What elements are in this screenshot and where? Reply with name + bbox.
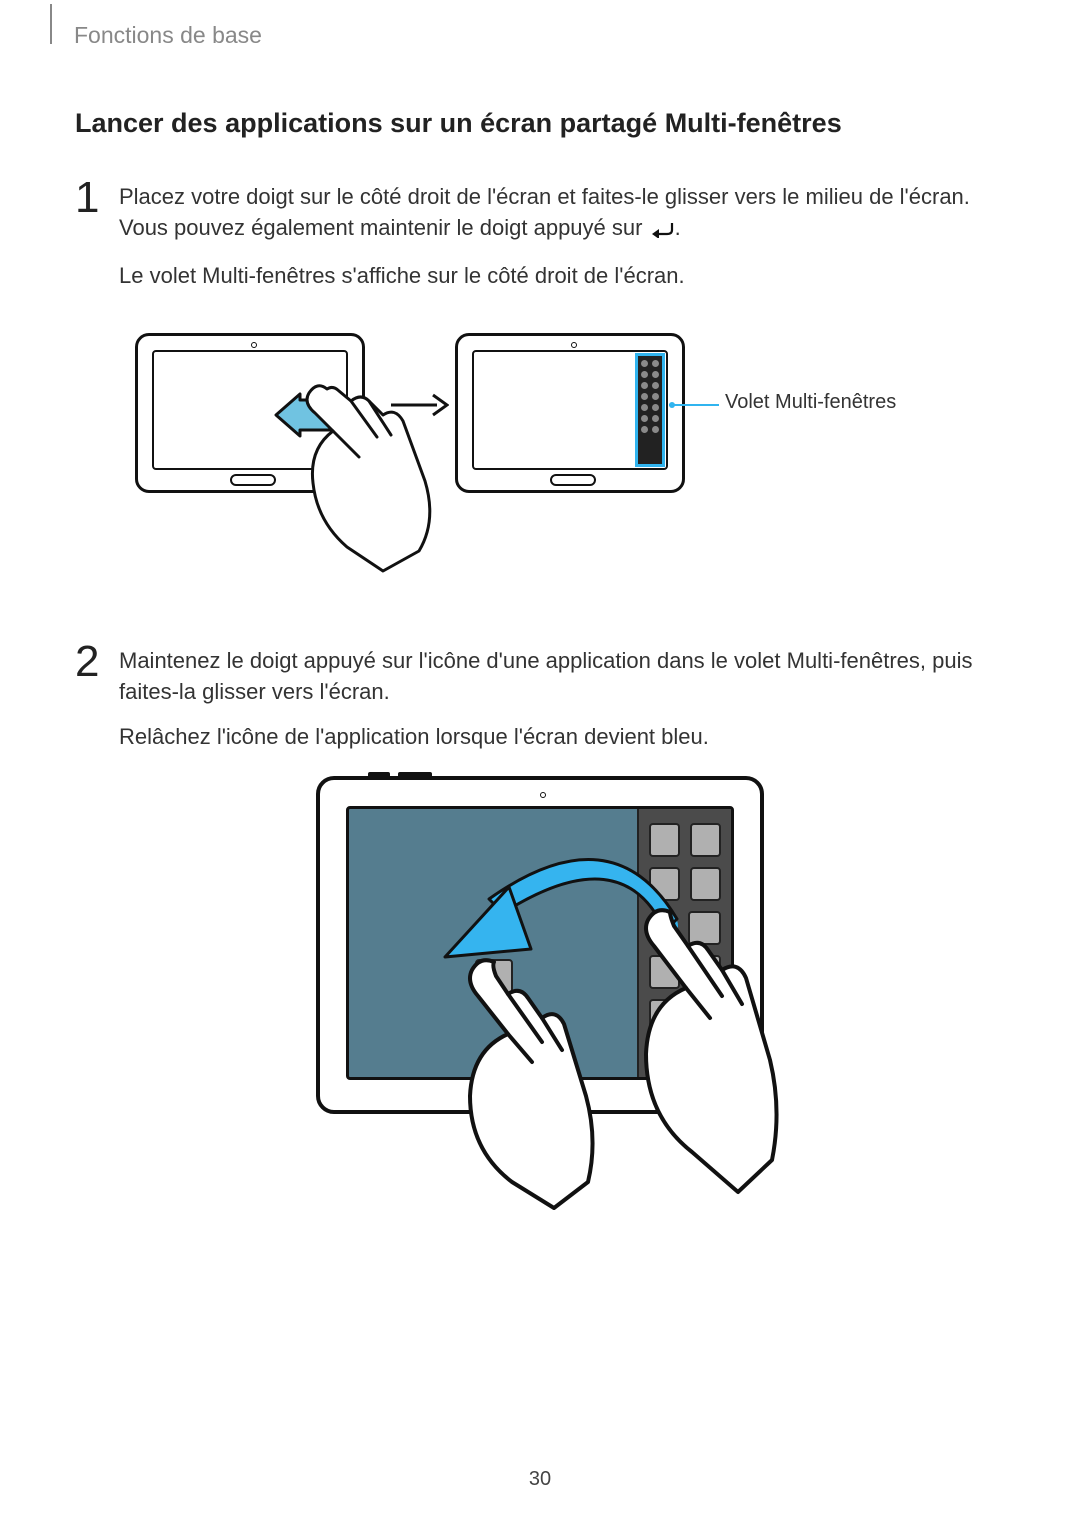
- hand-right-icon: [610, 904, 780, 1204]
- step-text: Relâchez l'icône de l'application lorsqu…: [119, 721, 1005, 752]
- app-tile-icon: [690, 867, 721, 901]
- step-text: Maintenez le doigt appuyé sur l'icône d'…: [119, 645, 1005, 707]
- step-text: Placez votre doigt sur le côté droit de …: [119, 181, 1005, 246]
- running-header: Fonctions de base: [50, 22, 262, 49]
- header-rule: [50, 4, 52, 44]
- step-body: Placez votre doigt sur le côté droit de …: [119, 181, 1005, 305]
- camera-dot: [571, 342, 577, 348]
- step-number: 2: [75, 645, 119, 679]
- content: Lancer des applications sur un écran par…: [75, 0, 1005, 1236]
- tablet-after: [455, 333, 685, 493]
- page-number: 30: [0, 1468, 1080, 1491]
- step-text: Le volet Multi-fenêtres s'affiche sur le…: [119, 260, 1005, 291]
- app-tile-icon: [690, 823, 721, 857]
- text-fragment: Placez votre doigt sur le côté droit de …: [119, 184, 970, 240]
- return-icon: [649, 215, 675, 246]
- step-2: 2 Maintenez le doigt appuyé sur l'icône …: [75, 645, 1005, 766]
- top-button-icon: [398, 772, 432, 780]
- top-button-icon: [368, 772, 390, 780]
- camera-dot: [540, 792, 546, 798]
- transition-arrow-icon: [389, 391, 449, 419]
- page: Fonctions de base Lancer des application…: [0, 0, 1080, 1527]
- section-title: Lancer des applications sur un écran par…: [75, 108, 1005, 139]
- panel-icons: [639, 360, 661, 433]
- text-fragment: .: [675, 215, 681, 240]
- step-body: Maintenez le doigt appuyé sur l'icône d'…: [119, 645, 1005, 766]
- figure-swipe: Volet Multi-fenêtres: [75, 325, 1005, 585]
- callout-leader: [669, 401, 719, 409]
- header-text: Fonctions de base: [74, 22, 262, 49]
- home-button-icon: [550, 474, 596, 486]
- home-button-icon: [230, 474, 276, 486]
- callout-label: Volet Multi-fenêtres: [725, 391, 896, 414]
- hand-left-icon: [436, 954, 596, 1214]
- multiwindow-panel: [636, 354, 664, 466]
- figure-wrapper: [316, 776, 764, 1236]
- step-number: 1: [75, 181, 119, 215]
- tablet-screen: [472, 350, 668, 470]
- camera-dot: [251, 342, 257, 348]
- step-1: 1 Placez votre doigt sur le côté droit d…: [75, 181, 1005, 305]
- figure-drag: [75, 776, 1005, 1236]
